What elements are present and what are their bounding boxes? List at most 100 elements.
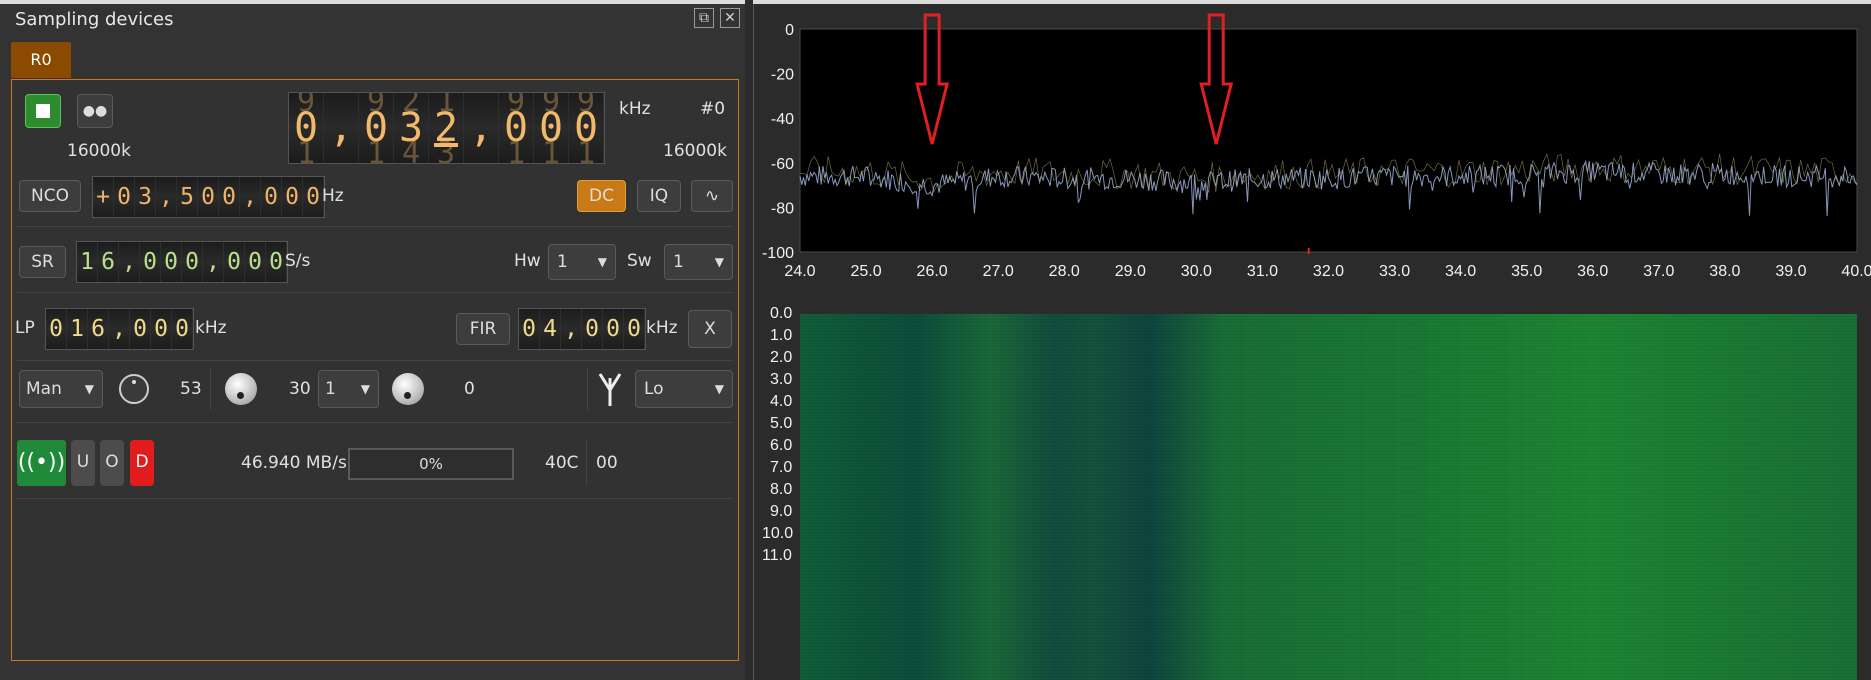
digit-value: + bbox=[96, 184, 110, 210]
gain-knob-2[interactable] bbox=[225, 373, 257, 405]
sample-rate-digit[interactable]: 0 bbox=[161, 242, 182, 282]
sample-rate-left: 16000k bbox=[67, 141, 131, 161]
nco-digit[interactable]: 0 bbox=[198, 177, 219, 217]
lowpass-digit[interactable]: 1 bbox=[67, 309, 88, 349]
digit-ghost: 1 bbox=[576, 136, 596, 163]
fir-digit[interactable]: 4 bbox=[540, 309, 561, 349]
nco-digit[interactable]: + bbox=[93, 177, 114, 217]
hw-decimation-select[interactable]: 1 ▼ bbox=[548, 244, 616, 280]
antenna-select[interactable]: Lo ▼ bbox=[635, 370, 733, 408]
tab-r0[interactable]: R0 bbox=[11, 42, 71, 78]
sample-rate-digit[interactable]: 0 bbox=[266, 242, 287, 282]
center-frequency-dial[interactable]: 901,901234123,901901901 bbox=[288, 92, 605, 164]
chevron-down-icon: ▼ bbox=[714, 255, 724, 269]
panel-splitter[interactable] bbox=[745, 0, 753, 680]
antenna-value: Lo bbox=[644, 379, 664, 399]
nco-digit[interactable]: 0 bbox=[114, 177, 135, 217]
gain-mode-select[interactable]: Man ▼ bbox=[19, 370, 103, 408]
lowpass-digit[interactable]: 6 bbox=[88, 309, 109, 349]
iq-correction-button[interactable]: IQ bbox=[637, 180, 681, 212]
fir-digit[interactable]: , bbox=[561, 309, 582, 349]
float-panel-icon[interactable]: ⧉ bbox=[694, 8, 714, 28]
close-panel-icon[interactable]: ✕ bbox=[720, 8, 740, 28]
spectrum-x-tick-label: 34.0 bbox=[1445, 263, 1476, 280]
sample-rate-digit[interactable]: , bbox=[119, 242, 140, 282]
sample-rate-digit[interactable]: 0 bbox=[245, 242, 266, 282]
lowpass-digit[interactable]: 0 bbox=[151, 309, 172, 349]
center-frequency-digit[interactable]: 123 bbox=[429, 93, 464, 163]
lowpass-digit[interactable]: 0 bbox=[130, 309, 151, 349]
nco-digit[interactable]: 0 bbox=[261, 177, 282, 217]
gain-knob-1[interactable] bbox=[119, 374, 149, 404]
digit-value: 1 bbox=[80, 249, 94, 275]
nco-digit[interactable]: 0 bbox=[303, 177, 324, 217]
gain-stage-select[interactable]: 1 ▼ bbox=[318, 370, 379, 408]
nco-digit[interactable]: 5 bbox=[177, 177, 198, 217]
sample-rate-right: 16000k bbox=[663, 141, 727, 161]
sample-rate-digit[interactable]: 1 bbox=[77, 242, 98, 282]
center-frequency-digit[interactable]: 234 bbox=[394, 93, 429, 163]
lowpass-digit[interactable]: 0 bbox=[172, 309, 193, 349]
digit-value: 1 bbox=[70, 316, 84, 342]
center-frequency-digit[interactable]: 901 bbox=[359, 93, 394, 163]
waterfall-y-tick-label: 9.0 bbox=[770, 503, 793, 520]
fir-digit[interactable]: 0 bbox=[624, 309, 645, 349]
waterfall-y-tick-label: 6.0 bbox=[770, 437, 793, 454]
fir-digit[interactable]: 0 bbox=[603, 309, 624, 349]
sample-rate-dial[interactable]: 16,000,000 bbox=[76, 241, 288, 283]
digit-value: , bbox=[206, 249, 220, 275]
misc-status-value: 00 bbox=[596, 453, 618, 473]
sample-rate-digit[interactable]: 0 bbox=[140, 242, 161, 282]
sample-rate-digit[interactable]: , bbox=[203, 242, 224, 282]
streaming-status-button[interactable]: ((•)) bbox=[17, 440, 66, 486]
nco-digit[interactable]: , bbox=[156, 177, 177, 217]
gain-knob-3[interactable] bbox=[392, 373, 424, 405]
start-stop-button[interactable] bbox=[25, 94, 61, 128]
waterfall-y-tick-label: 3.0 bbox=[770, 371, 793, 388]
nco-frequency-dial[interactable]: +0 3, 5 0 0, 0 0 0 bbox=[92, 176, 325, 218]
sample-rate-digit[interactable]: 0 bbox=[182, 242, 203, 282]
record-button[interactable]: ●● bbox=[77, 94, 113, 128]
center-frequency-digit[interactable]: , bbox=[464, 93, 499, 163]
waterfall-y-tick-label: 11.0 bbox=[762, 547, 792, 564]
nco-digit[interactable]: , bbox=[240, 177, 261, 217]
spectrum-x-tick-label: 27.0 bbox=[983, 263, 1014, 280]
digit-value: 0 bbox=[185, 249, 199, 275]
sine-wave-icon: ∿ bbox=[704, 186, 720, 206]
fir-x-button[interactable]: X bbox=[688, 310, 732, 348]
chevron-down-icon: ▼ bbox=[597, 255, 607, 269]
lowpass-dial[interactable]: 016,000 bbox=[45, 308, 194, 350]
center-frequency-digit[interactable]: 901 bbox=[499, 93, 534, 163]
center-frequency-digit[interactable]: 901 bbox=[289, 93, 324, 163]
signal-generator-button[interactable]: ∿ bbox=[691, 180, 733, 212]
digit-value: 0 bbox=[285, 184, 299, 210]
nco-button[interactable]: NCO bbox=[19, 180, 81, 212]
digit-value: 0 bbox=[269, 249, 283, 275]
digit-ghost: 1 bbox=[506, 136, 526, 163]
dc-correction-button[interactable]: DC bbox=[577, 180, 626, 212]
center-frequency-digit[interactable]: 901 bbox=[534, 93, 569, 163]
nco-digit[interactable]: 0 bbox=[219, 177, 240, 217]
lowpass-digit[interactable]: , bbox=[109, 309, 130, 349]
center-frequency-digit[interactable]: , bbox=[324, 93, 359, 163]
nco-digit[interactable]: 0 bbox=[282, 177, 303, 217]
nco-digit[interactable]: 3 bbox=[135, 177, 156, 217]
digit-value: 0 bbox=[201, 184, 215, 210]
sample-rate-button[interactable]: SR bbox=[19, 246, 66, 278]
digit-value: 0 bbox=[49, 316, 63, 342]
fir-digit[interactable]: 0 bbox=[519, 309, 540, 349]
digit-value: 0 bbox=[585, 316, 599, 342]
sample-rate-digit[interactable]: 0 bbox=[224, 242, 245, 282]
fir-digit[interactable]: 0 bbox=[582, 309, 603, 349]
lowpass-digit[interactable]: 0 bbox=[46, 309, 67, 349]
waterfall-texture bbox=[800, 314, 1857, 680]
center-frequency-digit[interactable]: 901 bbox=[569, 93, 604, 163]
fir-bandwidth-dial[interactable]: 04,000 bbox=[518, 308, 646, 350]
fir-button[interactable]: FIR bbox=[456, 313, 510, 345]
sample-rate-digit[interactable]: 6 bbox=[98, 242, 119, 282]
spectrum-chart[interactable]: 0 -20 -40 -60 -80 -10024.0 25.0 26.0 27.0 28.0 29.… bbox=[753, 4, 1871, 294]
digit-value: , bbox=[159, 184, 173, 210]
waterfall-display[interactable] bbox=[800, 314, 1857, 680]
buffer-percent: 0% bbox=[419, 455, 443, 473]
sw-decimation-select[interactable]: 1 ▼ bbox=[664, 244, 733, 280]
